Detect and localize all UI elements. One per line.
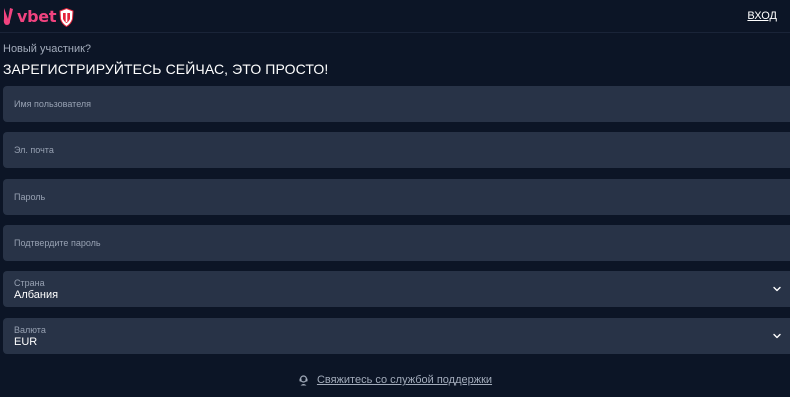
password-field[interactable]: Пароль <box>3 179 790 215</box>
currency-select[interactable]: Валюта EUR <box>3 318 790 354</box>
logo-text: vbet <box>17 7 57 26</box>
password-placeholder: Пароль <box>14 192 46 202</box>
vbet-logo-icon <box>3 8 13 25</box>
support-headset-icon <box>299 374 308 385</box>
login-link[interactable]: ВХОД <box>747 10 777 22</box>
currency-label: Валюта <box>14 325 46 335</box>
new-member-subtitle: Новый участник? <box>3 43 92 55</box>
country-select[interactable]: Страна Албания <box>3 271 790 307</box>
email-placeholder: Эл. почта <box>14 145 54 155</box>
chevron-down-icon <box>773 333 781 339</box>
confirm-password-field[interactable]: Подтвердите пароль <box>3 225 790 261</box>
registration-page: vbet ВХОД Новый участник? ЗАРЕГИСТРИРУЙТ… <box>0 0 790 397</box>
support-row: Свяжитесь со службой поддержки <box>0 374 790 386</box>
username-placeholder: Имя пользователя <box>14 99 92 109</box>
registration-title: ЗАРЕГИСТРИРУЙТЕСЬ СЕЙЧАС, ЭТО ПРОСТО! <box>3 61 329 77</box>
top-bar: vbet ВХОД <box>0 0 790 33</box>
country-label: Страна <box>14 278 45 288</box>
currency-value: EUR <box>14 336 38 348</box>
shield-emblem-icon <box>59 7 74 27</box>
email-field[interactable]: Эл. почта <box>3 132 790 168</box>
support-link[interactable]: Свяжитесь со службой поддержки <box>317 374 492 386</box>
confirm-password-placeholder: Подтвердите пароль <box>14 238 101 248</box>
country-value: Албания <box>14 289 59 301</box>
logo[interactable]: vbet <box>2 6 74 28</box>
chevron-down-icon <box>773 286 781 292</box>
username-field[interactable]: Имя пользователя <box>3 86 790 122</box>
